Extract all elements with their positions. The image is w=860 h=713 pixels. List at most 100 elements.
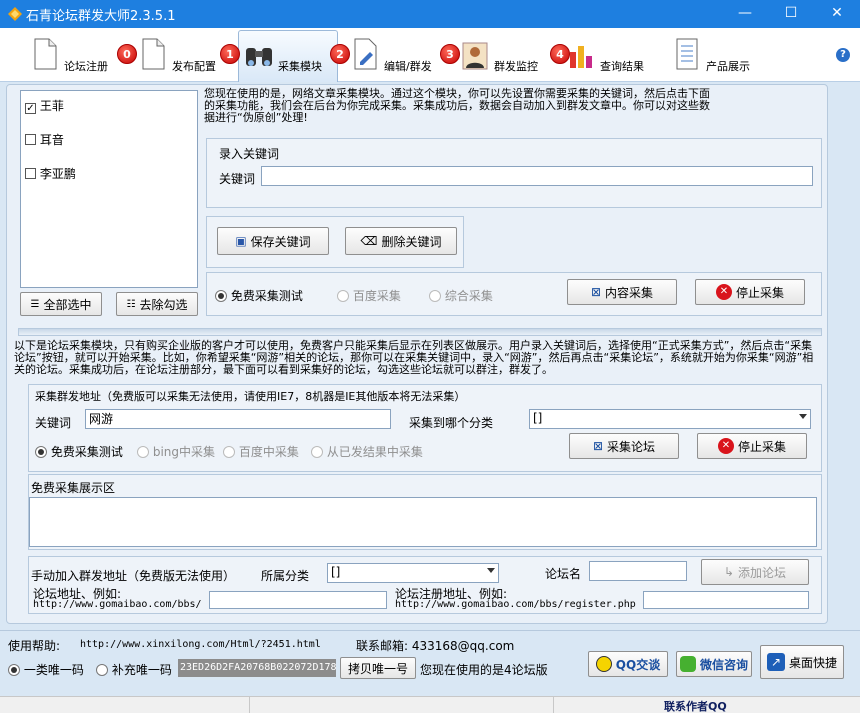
desktop-shortcut-button[interactable]: ↗ 桌面快捷	[760, 645, 844, 679]
contact-author-link[interactable]: 联系作者QQ	[664, 698, 727, 713]
copy-code-button[interactable]: 拷贝唯一号	[340, 657, 416, 679]
unselect-button[interactable]: ☷ 去除勾选	[116, 292, 198, 316]
select-all-button[interactable]: ☰ 全部选中	[20, 292, 102, 316]
content-collect-button[interactable]: ⊠ 内容采集	[567, 279, 677, 305]
tab-label: 编辑/群发	[384, 60, 432, 73]
radio[interactable]	[35, 446, 47, 458]
manual-add-title: 手动加入群发地址（免费版无法使用）	[31, 569, 236, 583]
keyword-label: 王菲	[39, 99, 64, 113]
forum-option-baidu[interactable]: 百度中采集	[223, 443, 299, 460]
minimize-button[interactable]: —	[722, 0, 768, 28]
window-title: 石青论坛群发大师2.3.5.1	[26, 9, 176, 24]
radio[interactable]	[311, 446, 323, 458]
radio[interactable]	[223, 446, 235, 458]
contact-email: 联系邮箱: 433168@qq.com	[356, 639, 515, 653]
radio[interactable]	[337, 290, 349, 302]
checkbox[interactable]	[25, 168, 36, 179]
qq-icon	[595, 656, 612, 672]
option-label: 从已发结果中采集	[326, 445, 423, 459]
tab-label: 发布配置	[172, 60, 216, 73]
radio[interactable]	[215, 290, 227, 302]
display-group: 免费采集展示区	[28, 474, 822, 550]
forum-option-free[interactable]: 免费采集测试	[35, 443, 123, 460]
maximize-button[interactable]: ☐	[768, 0, 814, 28]
step-badge: 3	[440, 44, 460, 64]
option-label: 免费采集测试	[230, 289, 303, 303]
tab-product-showcase[interactable]: 产品展示	[672, 34, 762, 80]
section-divider	[18, 328, 822, 336]
keyword-entry-group: 录入关键词 关键词	[206, 138, 822, 208]
help-icon[interactable]: ?	[836, 48, 850, 62]
app-logo-icon	[8, 7, 22, 21]
wechat-consult-button[interactable]: 微信咨询	[676, 651, 752, 677]
step-badge: 1	[220, 44, 240, 64]
category-select[interactable]: []	[529, 409, 811, 429]
radio[interactable]	[137, 446, 149, 458]
button-label: 添加论坛	[738, 565, 787, 580]
select-value: []	[331, 565, 341, 579]
tab-publish-config[interactable]: 发布配置	[138, 34, 228, 80]
tab-send-monitor[interactable]: 群发监控	[460, 34, 550, 80]
help-url[interactable]: http://www.xinxilong.com/Html/?2451.html	[80, 639, 321, 650]
close-button[interactable]: ✕	[814, 0, 860, 28]
radio-code-type-1[interactable]: 一类唯一码	[8, 661, 84, 678]
wechat-icon	[679, 656, 696, 672]
radio[interactable]	[96, 664, 108, 676]
radio-code-type-2[interactable]: 补充唯一码	[96, 661, 172, 678]
delete-keyword-button[interactable]: ⌫ 删除关键词	[345, 227, 457, 255]
eraser-icon: ⌫	[360, 234, 378, 248]
forum-url-input[interactable]	[209, 591, 387, 609]
manual-category-select[interactable]: []	[327, 563, 499, 583]
tab-label: 论坛注册	[64, 60, 108, 73]
keyword-item[interactable]: 耳音	[25, 131, 64, 148]
button-label: 采集论坛	[607, 439, 656, 454]
forum-option-bing[interactable]: bing中采集	[137, 443, 215, 460]
keyword-list[interactable]: ✓ 王菲 耳音 李亚鹏	[20, 90, 198, 288]
unique-code-field[interactable]: 23ED26D2FA20768B022072D178	[178, 659, 336, 677]
forum-name-input[interactable]	[589, 561, 687, 581]
forum-option-sent[interactable]: 从已发结果中采集	[311, 443, 423, 460]
title-bar: 石青论坛群发大师2.3.5.1 — ☐ ✕	[0, 0, 860, 28]
qq-chat-button[interactable]: QQ交谈	[588, 651, 668, 677]
footer: 使用帮助: http://www.xinxilong.com/Html/?245…	[0, 630, 860, 696]
register-url-input[interactable]	[643, 591, 809, 609]
radio[interactable]	[8, 664, 20, 676]
collect-options-group: 免费采集测试 百度采集 综合采集 ⊠ 内容采集 ✕ 停止采集	[206, 272, 822, 316]
user-icon	[462, 42, 488, 70]
option-free-test[interactable]: 免费采集测试	[215, 287, 303, 304]
document-icon	[34, 38, 57, 70]
toolbar: 论坛注册 0 发布配置 1 采集模块 2 编辑/群发 3 群发监控 4 查询结果…	[0, 28, 860, 82]
keyword-item[interactable]: ✓ 王菲	[25, 97, 64, 114]
forum-keyword-label: 关键词	[35, 416, 72, 430]
floppy-icon: ▣	[235, 234, 247, 248]
tab-edit-send[interactable]: 编辑/群发	[350, 34, 442, 80]
option-baidu[interactable]: 百度采集	[337, 287, 401, 304]
option-combined[interactable]: 综合采集	[429, 287, 493, 304]
display-area[interactable]	[29, 497, 817, 547]
tab-collect-module[interactable]: 采集模块	[242, 34, 334, 80]
button-label: 全部选中	[43, 297, 92, 312]
option-label: 补充唯一码	[111, 663, 172, 677]
group-title: 录入关键词	[219, 147, 280, 161]
button-label: 微信咨询	[699, 657, 748, 672]
forum-stop-button[interactable]: ✕ 停止采集	[697, 433, 807, 459]
collect-icon: ⊠	[590, 285, 602, 299]
stop-collect-button[interactable]: ✕ 停止采集	[695, 279, 805, 305]
save-keyword-button[interactable]: ▣ 保存关键词	[217, 227, 329, 255]
checkbox[interactable]: ✓	[25, 103, 36, 114]
keyword-item[interactable]: 李亚鹏	[25, 165, 76, 182]
chevron-down-icon	[799, 414, 807, 419]
radio[interactable]	[429, 290, 441, 302]
forum-keyword-input[interactable]: 网游	[85, 409, 391, 429]
keyword-input[interactable]	[261, 166, 813, 186]
add-forum-button[interactable]: ↳ 添加论坛	[701, 559, 809, 585]
forum-collect-button[interactable]: ⊠ 采集论坛	[569, 433, 679, 459]
unselect-icon: ☷	[126, 298, 136, 310]
tab-query-results[interactable]: 查询结果	[566, 34, 656, 80]
checkbox[interactable]	[25, 134, 36, 145]
status-cell	[0, 697, 250, 713]
group-title: 采集群发地址（免费版可以采集无法使用，请使用IE7，8机器是IE其他版本将无法采…	[35, 390, 466, 403]
tab-forum-register[interactable]: 论坛注册	[30, 34, 116, 80]
tab-label: 群发监控	[494, 60, 538, 73]
keyword-buttons-group: ▣ 保存关键词 ⌫ 删除关键词	[206, 216, 464, 268]
